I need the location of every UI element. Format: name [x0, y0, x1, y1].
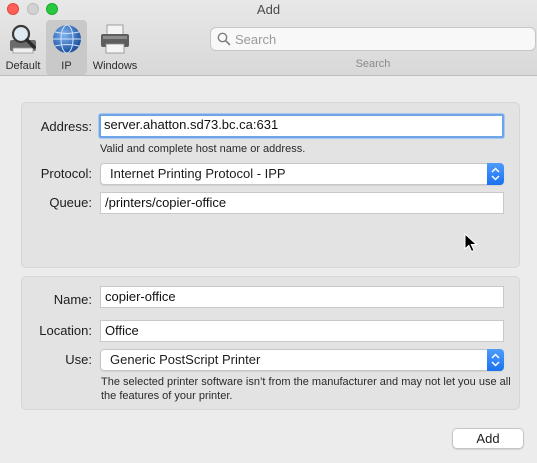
toolbar-ip-button[interactable]: IP	[46, 20, 87, 75]
address-label: Address:	[40, 119, 92, 134]
queue-field[interactable]: /printers/copier-office	[100, 192, 504, 214]
protocol-label: Protocol:	[40, 166, 92, 181]
protocol-popup[interactable]: Internet Printing Protocol - IPP	[100, 163, 504, 185]
window-title: Add	[256, 2, 281, 17]
location-label: Location:	[39, 323, 92, 338]
toolbar-windows-label: Windows	[92, 60, 138, 72]
protocol-value: Internet Printing Protocol - IPP	[110, 166, 286, 181]
use-label: Use:	[65, 352, 92, 367]
chevron-updown-icon	[487, 163, 504, 185]
use-note: The selected printer software isn’t from…	[101, 376, 511, 402]
add-button[interactable]: Add	[452, 428, 524, 449]
search-icon	[217, 32, 231, 46]
toolbar: Add Default IP Windows Search Search	[0, 0, 537, 76]
location-field[interactable]: Office	[100, 320, 504, 342]
printer-icon	[101, 24, 129, 54]
magnifier-printer-icon	[10, 24, 36, 54]
chevron-updown-icon	[487, 349, 504, 371]
address-hint: Valid and complete host name or address.	[100, 143, 306, 155]
toolbar-ip-label: IP	[61, 60, 72, 72]
globe-icon	[52, 24, 81, 54]
mouse-cursor-icon	[464, 233, 478, 253]
search-field[interactable]	[210, 27, 536, 51]
toolbar-default-label: Default	[5, 60, 41, 72]
name-field[interactable]: copier-office	[100, 286, 504, 308]
toolbar-windows-button[interactable]: Windows	[88, 20, 142, 75]
search-caption: Search	[355, 58, 391, 70]
search-input[interactable]	[235, 30, 525, 48]
toolbar-default-button[interactable]: Default	[2, 20, 44, 75]
address-field[interactable]: server.ahatton.sd73.bc.ca:631	[99, 114, 504, 138]
use-popup[interactable]: Generic PostScript Printer	[100, 349, 504, 371]
use-value: Generic PostScript Printer	[110, 352, 261, 367]
add-printer-window: Add Default IP Windows Search Search Add…	[0, 0, 537, 463]
name-label: Name:	[53, 292, 92, 307]
queue-label: Queue:	[49, 195, 92, 210]
